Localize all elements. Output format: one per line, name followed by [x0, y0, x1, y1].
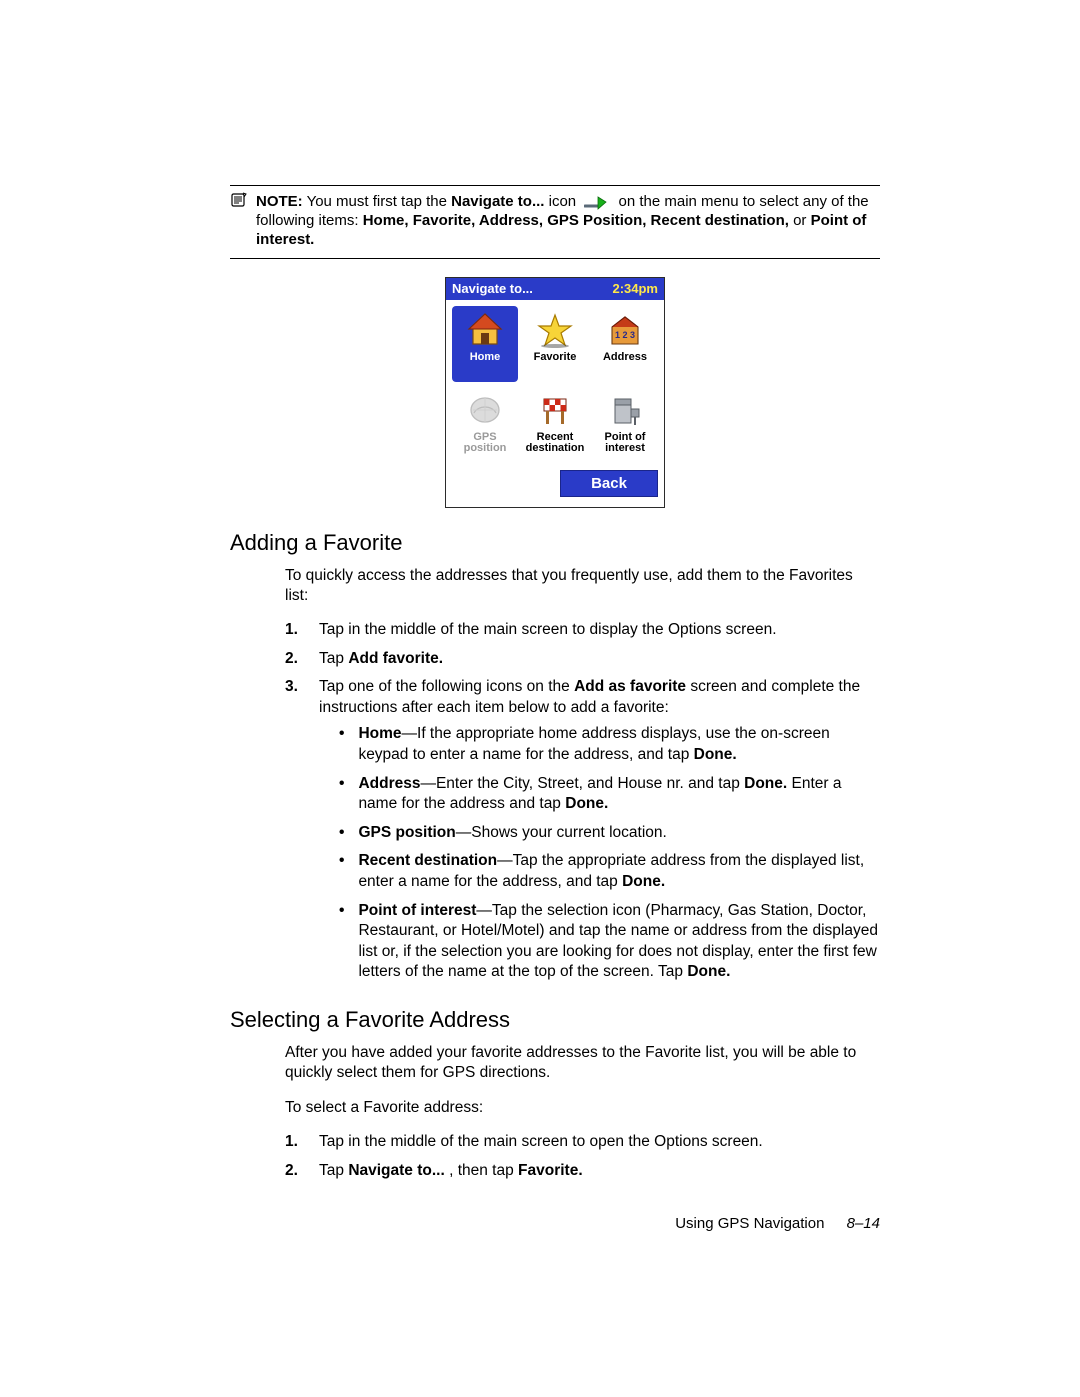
app-address[interactable]: 1 2 3 Address [592, 306, 658, 382]
list-item: • Home—If the appropriate home address d… [339, 724, 880, 765]
footer-page: 8–14 [847, 1215, 880, 1232]
steps-list-1: 1. Tap in the middle of the main screen … [285, 620, 880, 991]
list-item: 2. Tap Navigate to... , then tap Favorit… [285, 1161, 880, 1181]
address-icon: 1 2 3 [603, 310, 647, 350]
list-item: • Recent destination—Tap the appropriate… [339, 851, 880, 892]
device-time: 2:34pm [612, 281, 658, 296]
svg-text:1 2 3: 1 2 3 [615, 330, 635, 340]
list-item: • GPS position—Shows your current locati… [339, 823, 880, 844]
recent-icon [533, 390, 577, 430]
gps-icon [463, 390, 507, 430]
device-screen: Navigate to... 2:34pm Home [445, 277, 665, 508]
app-address-label: Address [603, 352, 647, 364]
list-item: 1. Tap in the middle of the main screen … [285, 620, 880, 640]
top-rule [230, 185, 880, 186]
steps-list-2: 1. Tap in the middle of the main screen … [285, 1132, 880, 1181]
back-button[interactable]: Back [560, 470, 658, 497]
intro-text-1: To quickly access the addresses that you… [285, 566, 880, 607]
bottom-rule [230, 258, 880, 259]
heading-selecting-favorite: Selecting a Favorite Address [230, 1007, 880, 1033]
note-icon [230, 191, 248, 214]
device-title-text: Navigate to... [452, 281, 533, 296]
note-text: NOTE: You must first tap the Navigate to… [256, 192, 880, 250]
list-item: • Point of interest—Tap the selection ic… [339, 901, 880, 983]
device-figure: Navigate to... 2:34pm Home [230, 277, 880, 508]
poi-icon [603, 390, 647, 430]
footer-chapter: Using GPS Navigation [675, 1215, 824, 1232]
lead-text-2: To select a Favorite address: [285, 1098, 880, 1118]
navigate-arrow-icon [584, 193, 610, 211]
favorite-icon [533, 310, 577, 350]
list-item: 3. Tap one of the following icons on the… [285, 677, 880, 991]
note-block: NOTE: You must first tap the Navigate to… [230, 192, 880, 250]
list-item: 2. Tap Add favorite. [285, 649, 880, 669]
device-titlebar: Navigate to... 2:34pm [446, 278, 664, 300]
app-gps-label: GPS position [464, 432, 507, 455]
app-recent-label: Recent destination [526, 432, 585, 455]
app-favorite[interactable]: Favorite [522, 306, 588, 382]
page-footer: Using GPS Navigation 8–14 [230, 1215, 880, 1232]
list-item: • Address—Enter the City, Street, and Ho… [339, 774, 880, 815]
app-recent-destination[interactable]: Recent destination [522, 386, 588, 462]
app-gps-position[interactable]: GPS position [452, 386, 518, 462]
heading-adding-favorite: Adding a Favorite [230, 530, 880, 556]
app-poi[interactable]: Point of interest [592, 386, 658, 462]
intro-text-2: After you have added your favorite addre… [285, 1043, 880, 1084]
app-poi-label: Point of interest [605, 432, 646, 455]
app-home-label: Home [470, 352, 501, 364]
home-icon [463, 310, 507, 350]
bullets-list: • Home—If the appropriate home address d… [319, 724, 880, 983]
list-item: 1. Tap in the middle of the main screen … [285, 1132, 880, 1152]
app-favorite-label: Favorite [534, 352, 577, 364]
app-home[interactable]: Home [452, 306, 518, 382]
